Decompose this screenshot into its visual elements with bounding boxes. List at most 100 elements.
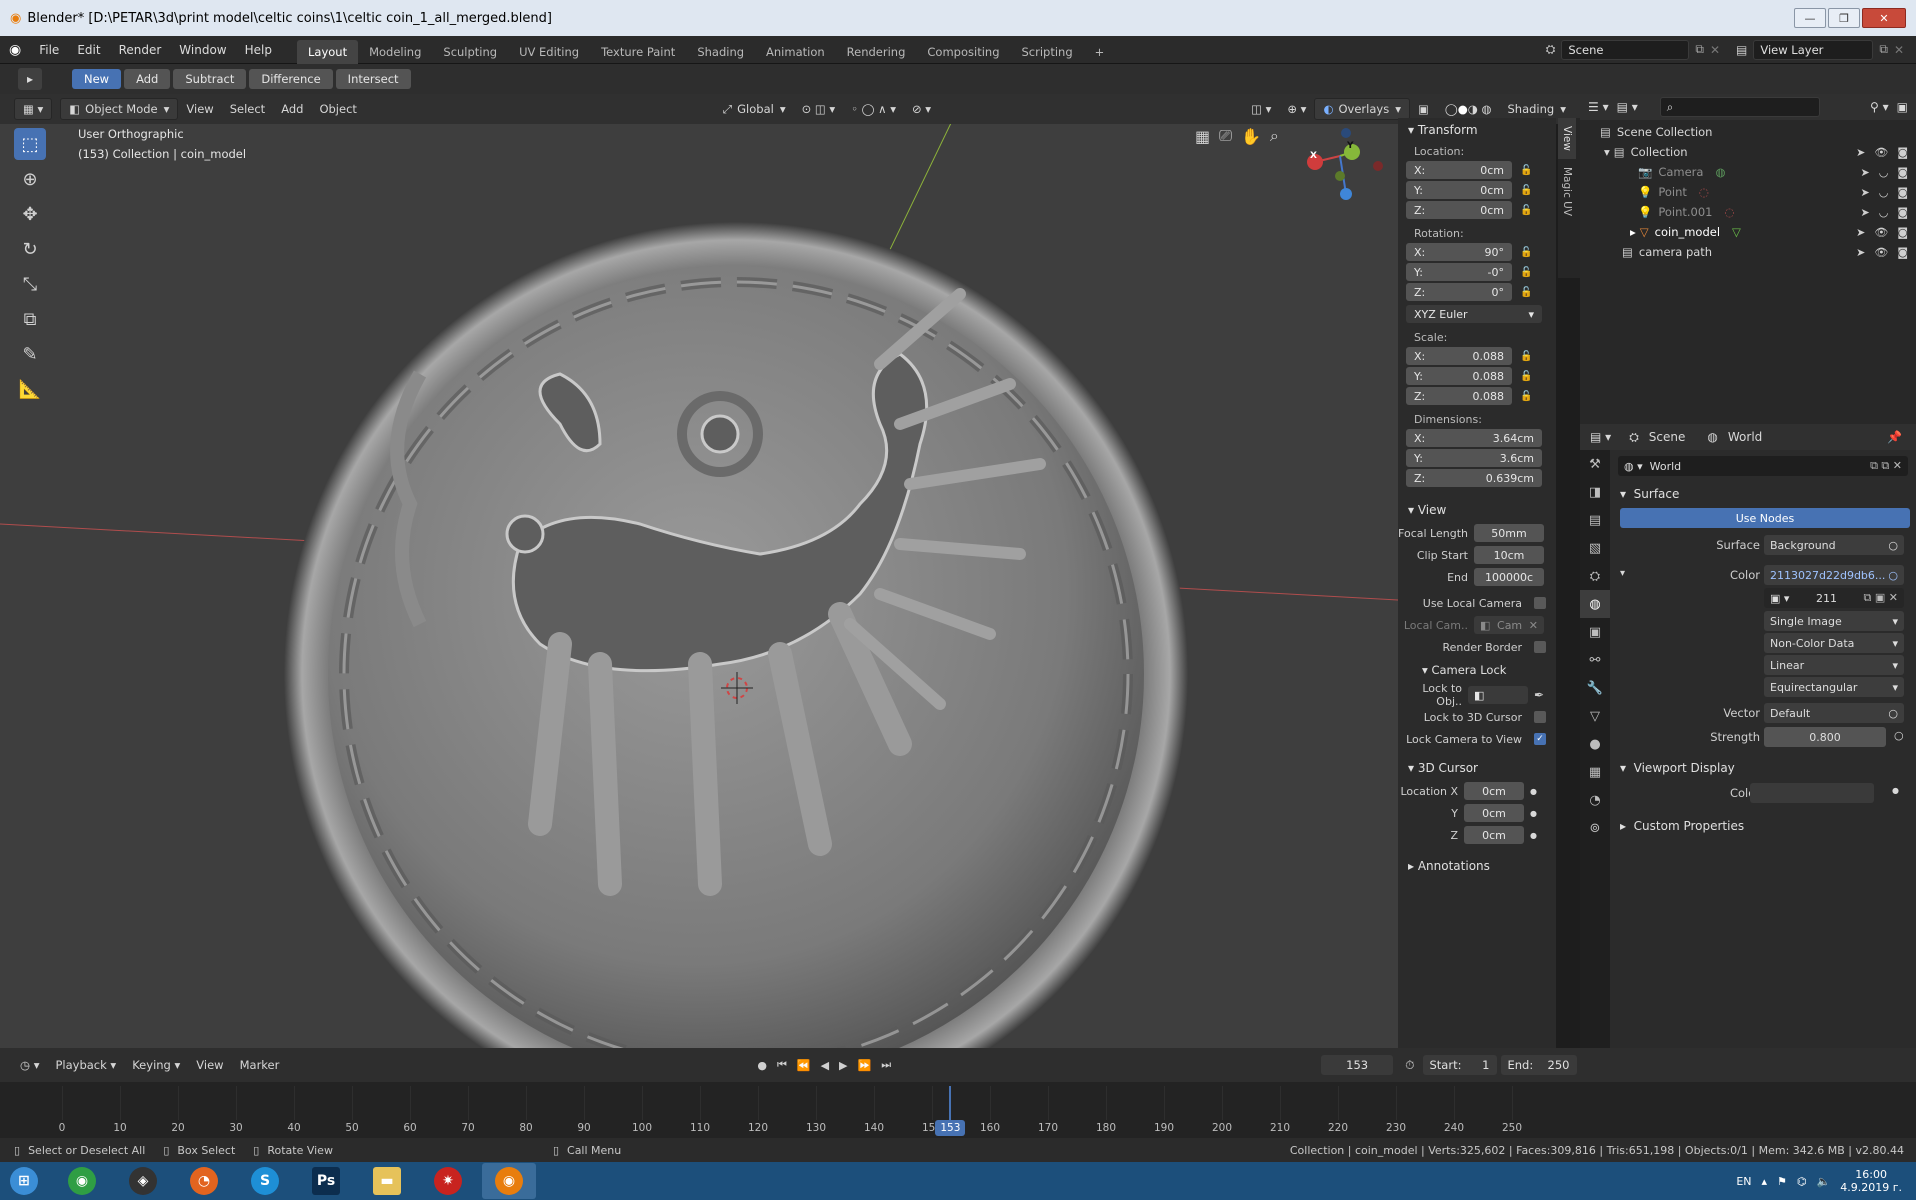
scene-tab-icon[interactable]: ⛭ <box>1580 562 1610 590</box>
camera-render-icon[interactable]: ◙ <box>1897 246 1908 259</box>
image-source-dropdown[interactable]: Single Image ▾ <box>1764 611 1904 631</box>
viewport-visibility-icon[interactable]: ◫ ▾ <box>1243 98 1279 120</box>
add-workspace-button[interactable]: + <box>1084 40 1116 64</box>
language-indicator[interactable]: EN <box>1736 1175 1751 1188</box>
photoshop-taskbar-icon[interactable]: Ps <box>299 1163 353 1199</box>
menu-object[interactable]: Object <box>311 98 364 120</box>
breadcrumb-world[interactable]: World <box>1728 430 1762 444</box>
outliner-collection[interactable]: ▾ ▤ Collection ➤ 👁 ◙ <box>1580 142 1916 162</box>
blender-menu-icon[interactable]: ◉ <box>0 36 30 64</box>
menu-playback[interactable]: Playback ▾ <box>47 1054 124 1076</box>
use-local-camera-checkbox[interactable] <box>1534 597 1546 609</box>
shading-dropdown[interactable]: Shading ▾ <box>1500 98 1575 120</box>
physics-tab-icon[interactable]: ◔ <box>1580 786 1610 814</box>
rotate-tool-icon[interactable]: ↻ <box>14 233 46 265</box>
transform-tool-icon[interactable]: ⧉ <box>14 303 46 335</box>
clip-end-field[interactable]: 100000c <box>1474 568 1544 586</box>
bool-subtract-button[interactable]: Subtract <box>173 69 247 89</box>
jump-end-icon[interactable]: ⏭ <box>881 1058 891 1072</box>
end-frame-field[interactable]: End: 250 <box>1500 1055 1577 1075</box>
prev-keyframe-icon[interactable]: ⏪ <box>797 1059 811 1072</box>
location-x-field[interactable]: X: 0cm <box>1406 161 1512 179</box>
filter-icon[interactable]: ⚲ ▾ <box>1870 100 1889 114</box>
scale-y-field[interactable]: Y: 0.088 <box>1406 367 1512 385</box>
outliner-search-input[interactable]: ⌕ <box>1659 97 1820 117</box>
menu-timeline-view[interactable]: View <box>188 1054 231 1076</box>
eye-closed-icon[interactable]: ◡ <box>1879 186 1889 199</box>
tab-sculpting[interactable]: Sculpting <box>432 40 508 64</box>
cursor-x-field[interactable]: 0cm <box>1464 782 1524 800</box>
lock-icon[interactable]: 🔓 <box>1520 287 1532 298</box>
play-reverse-icon[interactable]: ◀ <box>821 1059 829 1072</box>
view-layer-copy-icon[interactable]: ⧉ <box>1879 42 1888 57</box>
camera-render-icon[interactable]: ◙ <box>1897 146 1908 159</box>
proportional-edit-icon[interactable]: ⊘ ▾ <box>904 98 939 120</box>
menu-file[interactable]: File <box>30 36 68 64</box>
tray-arrow-icon[interactable]: ▴ <box>1762 1175 1768 1188</box>
custom-properties-header[interactable]: ▸ Custom Properties <box>1620 814 1744 838</box>
pin-icon[interactable]: 📌 <box>1887 430 1902 444</box>
camera-render-icon[interactable]: ◙ <box>1897 206 1908 219</box>
eye-icon[interactable]: 👁 <box>1874 146 1888 159</box>
lock-icon[interactable]: 🔓 <box>1520 185 1532 196</box>
object-mode-dropdown[interactable]: ◧ Object Mode ▾ <box>60 98 179 120</box>
image-datablock-field[interactable]: ▣ ▾ 211 ⧉ ▣ ✕ <box>1764 588 1904 608</box>
output-tab-icon[interactable]: ▤ <box>1580 506 1610 534</box>
menu-render[interactable]: Render <box>110 36 171 64</box>
explorer-taskbar-icon[interactable]: ▬ <box>360 1163 414 1199</box>
bool-new-button[interactable]: New <box>72 69 122 89</box>
viewport-color-swatch[interactable] <box>1750 783 1874 803</box>
select-arrow-icon[interactable]: ➤ <box>1856 226 1865 239</box>
dimensions-x-field[interactable]: X: 3.64cm <box>1406 429 1542 447</box>
render-border-checkbox[interactable] <box>1534 641 1546 653</box>
cursor-tool-icon[interactable]: ⊕ <box>14 163 46 195</box>
tab-rendering[interactable]: Rendering <box>836 40 917 64</box>
lock-icon[interactable]: 🔓 <box>1520 351 1532 362</box>
outliner-item-point[interactable]: 💡 Point ◌ ➤ ◡ ◙ <box>1580 182 1916 202</box>
tab-magic-uv[interactable]: Magic UV <box>1558 159 1576 224</box>
focal-length-field[interactable]: 50mm <box>1474 524 1544 542</box>
next-keyframe-icon[interactable]: ⏩ <box>858 1059 872 1072</box>
chrome-taskbar-icon[interactable]: ◉ <box>55 1163 109 1199</box>
color-expand-icon[interactable]: ▾ <box>1620 568 1625 579</box>
cursor-y-field[interactable]: 0cm <box>1464 804 1524 822</box>
lock-camera-to-view-checkbox[interactable]: ✓ <box>1534 733 1546 745</box>
eye-closed-icon[interactable]: ◡ <box>1879 166 1889 179</box>
rotation-x-field[interactable]: X: 90° <box>1406 243 1512 261</box>
vector-field[interactable]: Default ○ <box>1764 703 1904 723</box>
camera-render-icon[interactable]: ◙ <box>1897 226 1908 239</box>
menu-add[interactable]: Add <box>273 98 311 120</box>
local-camera-field[interactable]: ◧ Cam ✕ <box>1474 616 1544 634</box>
firefox-taskbar-icon[interactable]: ◔ <box>177 1163 231 1199</box>
eyedropper-icon[interactable]: ✒ <box>1534 688 1544 702</box>
view-layer-selector[interactable]: View Layer <box>1753 39 1874 60</box>
dimensions-y-field[interactable]: Y: 3.6cm <box>1406 449 1542 467</box>
rotation-y-field[interactable]: Y: -0° <box>1406 263 1512 281</box>
current-frame-field[interactable]: 153 <box>1321 1055 1394 1075</box>
lock-icon[interactable]: 🔓 <box>1520 267 1532 278</box>
camera-render-icon[interactable]: ◙ <box>1897 186 1908 199</box>
tab-compositing[interactable]: Compositing <box>916 40 1010 64</box>
select-tool-icon[interactable]: ▸ <box>18 68 42 90</box>
playhead-label[interactable]: 153 <box>935 1120 966 1136</box>
record-icon[interactable]: ● <box>757 1059 767 1072</box>
tool-settings-tab-icon[interactable]: ⚒ <box>1580 450 1610 478</box>
rotation-z-field[interactable]: Z: 0° <box>1406 283 1512 301</box>
rotation-mode-dropdown[interactable]: XYZ Euler ▾ <box>1406 305 1542 323</box>
menu-marker[interactable]: Marker <box>232 1054 288 1076</box>
world-datablock-field[interactable]: ◍ ▾ World ⧉ ⧉ ✕ <box>1618 456 1908 476</box>
projection-dropdown[interactable]: Equirectangular ▾ <box>1764 677 1904 697</box>
use-nodes-button[interactable]: Use Nodes <box>1620 508 1910 528</box>
menu-window[interactable]: Window <box>170 36 235 64</box>
scale-tool-icon[interactable]: ⤡ <box>14 268 46 300</box>
3d-viewport[interactable]: User Orthographic (153) Collection | coi… <box>0 124 1398 1048</box>
clock[interactable]: 16:00 4.9.2019 г. <box>1840 1168 1902 1194</box>
scale-x-field[interactable]: X: 0.088 <box>1406 347 1512 365</box>
world-tab-icon[interactable]: ◍ <box>1580 590 1610 618</box>
clip-start-field[interactable]: 10cm <box>1474 546 1544 564</box>
lock-icon[interactable]: 🔓 <box>1520 391 1532 402</box>
start-button[interactable]: ⊞ <box>0 1163 48 1199</box>
render-tab-icon[interactable]: ◨ <box>1580 478 1610 506</box>
tab-shading[interactable]: Shading <box>686 40 755 64</box>
outliner-item-camera[interactable]: 📷 Camera ◍ ➤ ◡ ◙ <box>1580 162 1916 182</box>
